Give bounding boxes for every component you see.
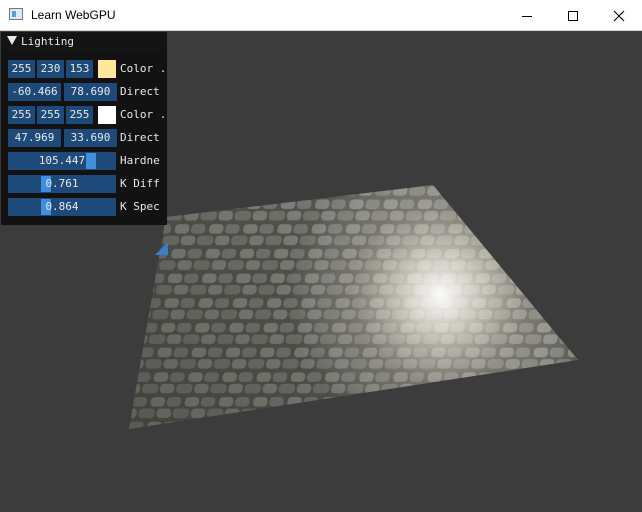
slider[interactable]: 0.864 <box>8 198 116 216</box>
direction-y-field[interactable]: 78.690 <box>64 83 117 101</box>
close-button[interactable] <box>596 0 642 31</box>
title-bar[interactable]: Learn WebGPU <box>0 0 642 31</box>
row-label: K Spec <box>120 200 160 213</box>
panel-row: 0.761 K Diff <box>1 175 167 193</box>
color-swatch[interactable] <box>98 106 116 124</box>
direction-y-field[interactable]: 33.690 <box>64 129 117 147</box>
direction-x-field[interactable]: 47.969 <box>8 129 61 147</box>
window-title: Learn WebGPU <box>31 8 116 22</box>
direction-x-field[interactable]: -60.466 <box>8 83 61 101</box>
row-label: Hardne <box>120 154 160 167</box>
maximize-button[interactable] <box>550 0 596 31</box>
panel-row: 0.864 K Spec <box>1 198 167 216</box>
minimize-button[interactable] <box>504 0 550 31</box>
row-label: Color . <box>120 62 167 75</box>
maximize-icon <box>568 10 578 21</box>
blue-channel-field[interactable]: 255 <box>66 106 93 124</box>
green-channel-field[interactable]: 230 <box>37 60 64 78</box>
panel-row: 47.969 33.690 Direct <box>1 129 167 147</box>
blue-channel-field[interactable]: 153 <box>66 60 93 78</box>
row-label: Direct <box>120 131 160 144</box>
row-label: Color . <box>120 108 167 121</box>
minimize-icon <box>522 15 532 17</box>
panel-row: 255 255 255 Color . <box>1 106 167 124</box>
lighting-panel[interactable]: Lighting 255 230 153 Color . -60.466 78.690 Di… <box>1 32 168 255</box>
panel-row: 255 230 153 Color . <box>1 60 167 78</box>
red-channel-field[interactable]: 255 <box>8 60 35 78</box>
slider-value: 105.447 <box>38 154 86 167</box>
resize-grip-icon[interactable] <box>155 242 168 255</box>
row-label: K Diff <box>120 177 160 190</box>
green-channel-field[interactable]: 255 <box>37 106 64 124</box>
row-label: Direct <box>120 85 160 98</box>
color-swatch[interactable] <box>98 60 116 78</box>
slider[interactable]: 0.761 <box>8 175 116 193</box>
slider-value: 0.761 <box>45 177 79 190</box>
triangle-down-icon[interactable] <box>7 36 17 45</box>
panel-row: -60.466 78.690 Direct <box>1 83 167 101</box>
panel-row: 105.447 Hardne <box>1 152 167 170</box>
panel-header[interactable]: Lighting <box>1 32 167 51</box>
app-window-icon <box>9 8 23 20</box>
panel-title: Lighting <box>21 35 74 48</box>
slider[interactable]: 105.447 <box>8 152 116 170</box>
red-channel-field[interactable]: 255 <box>8 106 35 124</box>
slider-value: 0.864 <box>45 200 79 213</box>
close-icon <box>613 10 625 21</box>
